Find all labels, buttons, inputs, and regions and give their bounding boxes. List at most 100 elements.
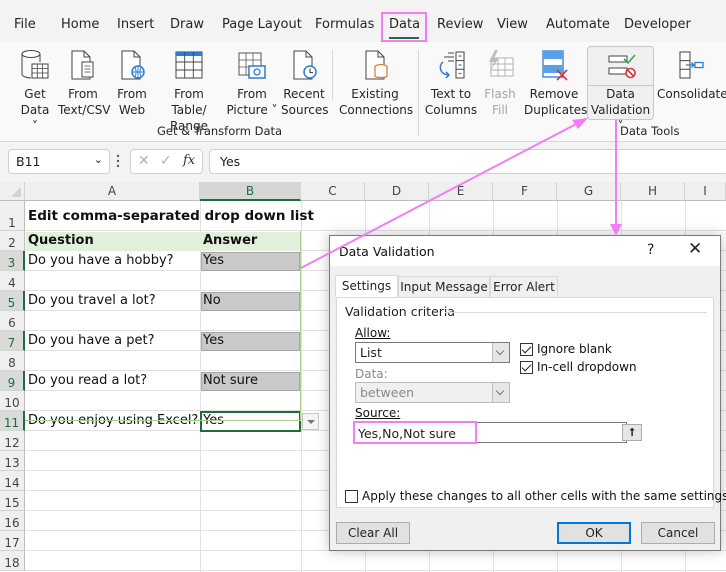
data-validation-label-1: Data xyxy=(606,87,635,101)
sheet-title[interactable]: Edit comma-separated drop down list xyxy=(25,208,314,224)
answer-cell[interactable]: Yes xyxy=(200,413,224,428)
question-cell[interactable]: Do you have a hobby? xyxy=(25,253,174,268)
tab-automate[interactable]: Automate xyxy=(546,17,610,32)
answer-cell[interactable]: Not sure xyxy=(200,373,258,388)
question-cell[interactable]: Do you travel a lot? xyxy=(25,293,156,308)
column-header-b[interactable]: B xyxy=(200,182,301,201)
row-header-1[interactable]: 1 xyxy=(0,201,25,231)
row-header-16[interactable]: 16 xyxy=(0,511,25,531)
row-header-13[interactable]: 13 xyxy=(0,451,25,471)
ok-button[interactable]: OK xyxy=(557,522,631,544)
close-icon[interactable]: ✕ xyxy=(688,239,702,259)
header-answer[interactable]: Answer xyxy=(200,233,257,248)
tab-view[interactable]: View xyxy=(497,17,528,32)
column-header-c[interactable]: C xyxy=(301,182,365,201)
more-options-icon[interactable] xyxy=(116,153,120,169)
source-input[interactable]: Yes,No,Not sure ⭡ xyxy=(353,422,642,443)
cell-dropdown-button[interactable] xyxy=(302,413,319,430)
chevron-down-icon[interactable] xyxy=(492,383,509,402)
formula-buttons: ✕ ✓ fx xyxy=(130,149,203,174)
apply-to-all-checkbox[interactable] xyxy=(345,490,358,503)
insert-function-icon[interactable]: fx xyxy=(183,153,195,168)
in-cell-dropdown-label[interactable]: In-cell dropdown xyxy=(537,360,637,374)
answer-cell[interactable]: Yes xyxy=(200,253,224,268)
tab-insert[interactable]: Insert xyxy=(117,17,154,32)
tab-home[interactable]: Home xyxy=(61,17,99,32)
row-header-11[interactable]: 11 xyxy=(0,411,25,431)
row-header-10[interactable]: 10 xyxy=(0,391,25,411)
chevron-down-icon[interactable]: ⌄ xyxy=(94,153,103,166)
column-header-a[interactable]: A xyxy=(25,182,200,201)
row-header-15[interactable]: 15 xyxy=(0,491,25,511)
recent-sources-button[interactable]: Recent Sources xyxy=(281,48,328,118)
row-header-8[interactable]: 8 xyxy=(0,351,25,371)
row-header-17[interactable]: 17 xyxy=(0,531,25,551)
get-data-label-1: Get xyxy=(24,87,46,101)
consolidate-icon xyxy=(679,51,704,79)
tab-input-message[interactable]: Input Message xyxy=(398,276,490,297)
tab-formulas[interactable]: Formulas xyxy=(315,17,374,32)
row-header-4[interactable]: 4 xyxy=(0,271,25,291)
formula-input[interactable]: Yes xyxy=(209,149,726,174)
chevron-down-icon[interactable] xyxy=(492,343,509,362)
tab-settings[interactable]: Settings xyxy=(335,275,398,297)
in-cell-dropdown-checkbox[interactable] xyxy=(520,361,533,374)
tab-error-alert[interactable]: Error Alert xyxy=(490,276,558,297)
remove-duplicates-label-1: Remove xyxy=(529,87,579,101)
clear-all-button[interactable]: Clear All xyxy=(336,522,410,544)
row-header-7[interactable]: 7 xyxy=(0,331,25,351)
question-cell[interactable]: Do you read a lot? xyxy=(25,373,147,388)
column-header-d[interactable]: D xyxy=(365,182,429,201)
from-text-csv-button[interactable]: From Text/CSV xyxy=(58,48,111,118)
tab-draw[interactable]: Draw xyxy=(170,17,204,32)
remove-duplicates-button[interactable]: Remove Duplicates xyxy=(524,48,587,118)
row-header-2[interactable]: 2 xyxy=(0,231,25,251)
flash-fill-button[interactable]: Flash Fill xyxy=(482,48,518,118)
help-icon[interactable]: ? xyxy=(647,242,654,258)
select-all-button[interactable] xyxy=(0,182,25,201)
row-header-5[interactable]: 5 xyxy=(0,291,25,311)
row-header-9[interactable]: 9 xyxy=(0,371,25,391)
row-header-12[interactable]: 12 xyxy=(0,431,25,451)
cancel-button[interactable]: Cancel xyxy=(641,522,715,544)
data-select[interactable]: between xyxy=(355,382,510,403)
name-box[interactable]: B11 ⌄ xyxy=(8,149,110,174)
tab-review[interactable]: Review xyxy=(437,17,483,32)
column-header-e[interactable]: E xyxy=(429,182,493,201)
row-header-14[interactable]: 14 xyxy=(0,471,25,491)
enter-icon[interactable]: ✓ xyxy=(160,153,172,169)
ignore-blank-label[interactable]: Ignore blank xyxy=(537,342,612,356)
column-header-h[interactable]: H xyxy=(621,182,685,201)
from-web-button[interactable]: From Web xyxy=(113,48,151,118)
from-picture-button[interactable]: From Picture ˅ xyxy=(226,48,278,118)
collapse-dialog-icon[interactable]: ⭡ xyxy=(622,424,642,441)
tab-file[interactable]: File xyxy=(14,17,36,32)
question-cell[interactable]: Do you have a pet? xyxy=(25,333,155,348)
from-web-label-2: Web xyxy=(118,103,146,117)
row-header-18[interactable]: 18 xyxy=(0,551,25,571)
column-header-g[interactable]: G xyxy=(557,182,621,201)
header-question[interactable]: Question xyxy=(25,233,94,248)
column-header-i[interactable]: I xyxy=(685,182,726,201)
group-label-get-transform: Get & Transform Data xyxy=(157,124,283,138)
data-validation-button[interactable]: Data Validation ˅ xyxy=(587,48,654,134)
get-data-button[interactable]: Get Data ˅ xyxy=(16,48,54,134)
row-header-6[interactable]: 6 xyxy=(0,311,25,331)
apply-to-all-label[interactable]: Apply these changes to all other cells w… xyxy=(362,489,726,503)
tab-page-layout[interactable]: Page Layout xyxy=(222,17,302,32)
ignore-blank-checkbox[interactable] xyxy=(520,343,533,356)
row-header-3[interactable]: 3 xyxy=(0,251,25,271)
formula-bar: B11 ⌄ ✕ ✓ fx Yes xyxy=(0,142,726,182)
dialog-titlebar[interactable]: Data Validation ? ✕ xyxy=(330,236,720,266)
answer-cell[interactable]: No xyxy=(200,293,221,308)
allow-select[interactable]: List xyxy=(355,342,510,363)
text-to-columns-button[interactable]: Text to Columns xyxy=(424,48,478,118)
column-header-f[interactable]: F xyxy=(493,182,557,201)
from-table-range-button[interactable]: From Table/ Range xyxy=(156,48,222,134)
question-cell[interactable]: Do you enjoy using Excel? xyxy=(25,413,198,428)
existing-connections-button[interactable]: Existing Connections xyxy=(339,48,413,118)
cancel-icon[interactable]: ✕ xyxy=(138,153,150,169)
consolidate-button[interactable]: Consolidate xyxy=(657,48,726,102)
tab-developer[interactable]: Developer xyxy=(624,17,691,32)
answer-cell[interactable]: Yes xyxy=(200,333,224,348)
